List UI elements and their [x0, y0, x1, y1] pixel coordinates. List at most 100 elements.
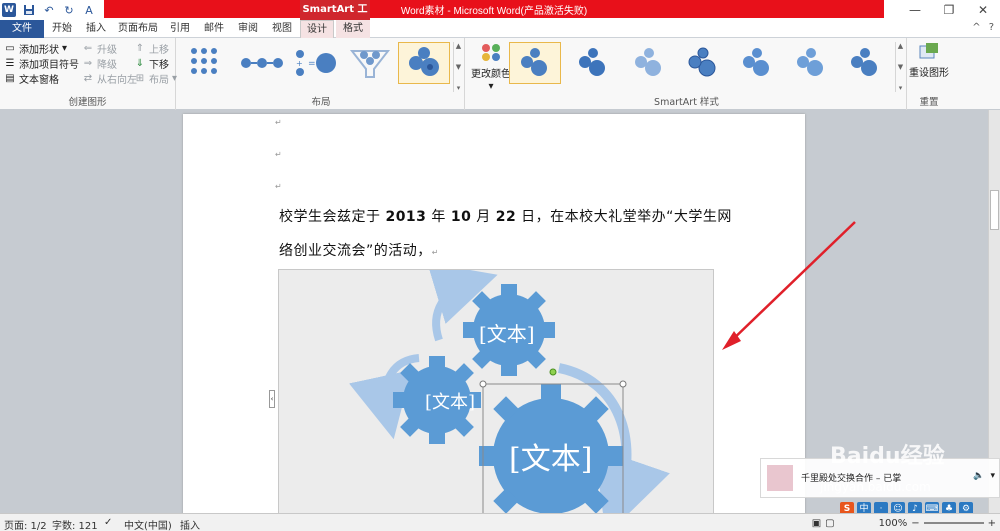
- style-option-4[interactable]: [677, 42, 729, 84]
- group-create-graphic: ▭ 添加形状 ▾ ☰ 添加项目符号 ▤ 文本窗格 ⇐ 升级 ⇒ 降级 ⇄ 从右向左…: [0, 38, 177, 110]
- style-option-7[interactable]: [839, 42, 891, 84]
- language-indicator[interactable]: 中文(中国): [124, 517, 172, 531]
- text-pane-icon: ▤: [5, 73, 15, 84]
- tab-insert[interactable]: 插入: [82, 20, 110, 38]
- more-icon[interactable]: ▾: [896, 84, 905, 92]
- rotate-handle[interactable]: [549, 368, 557, 376]
- tab-page-layout[interactable]: 页面布局: [114, 20, 162, 38]
- chevron-down-icon[interactable]: ▼: [454, 63, 463, 71]
- word-app-icon[interactable]: W: [2, 3, 16, 17]
- restore-button[interactable]: ❐: [932, 0, 966, 20]
- palette-icon: [482, 44, 500, 61]
- layout-option-funnel[interactable]: [344, 42, 396, 84]
- promote-button[interactable]: ⇐ 升级: [82, 41, 117, 56]
- tab-design[interactable]: 设计: [300, 20, 334, 39]
- page-count[interactable]: 页面: 1/2: [4, 517, 47, 531]
- tab-review[interactable]: 审阅: [234, 20, 262, 38]
- demote-button[interactable]: ⇒ 降级: [82, 56, 117, 71]
- arrow-down-icon: ⇓: [135, 58, 145, 69]
- title-bar: W ↶ ↻ A ▾ Word素材 - Microsoft Word(产品激活失败…: [0, 0, 1000, 35]
- layout-option-gear-selected[interactable]: [398, 42, 450, 84]
- notification-avatar: [767, 465, 793, 491]
- rtl-icon: ⇄: [83, 73, 93, 84]
- document-title: Word素材 - Microsoft Word(产品激活失败): [400, 6, 588, 17]
- tab-view[interactable]: 视图: [268, 20, 296, 38]
- help-icon[interactable]: ?: [989, 22, 994, 33]
- group-label-smartart-styles: SmartArt 样式: [654, 97, 719, 108]
- reset-graphic-icon: [919, 43, 938, 59]
- change-colors-button[interactable]: 更改颜色 ▾: [471, 42, 511, 92]
- style-option-6[interactable]: [785, 42, 837, 84]
- svg-text:+: +: [296, 59, 303, 68]
- group-label-reset: 重置: [919, 97, 939, 108]
- smartart-gear-diagram[interactable]: [文本] [文本] [文本]: [278, 262, 714, 513]
- gear-top-text[interactable]: [文本]: [479, 318, 535, 347]
- notification-popup[interactable]: 千里殿处交换合作 – 已掌 🔈 ▾: [760, 458, 1000, 498]
- chevron-down-icon[interactable]: ▼: [896, 63, 905, 71]
- style-option-2[interactable]: [567, 42, 619, 84]
- style-option-3[interactable]: [623, 42, 675, 84]
- minimize-button[interactable]: —: [898, 0, 932, 20]
- tab-home[interactable]: 开始: [48, 20, 76, 38]
- insert-mode-indicator[interactable]: 插入: [180, 517, 200, 531]
- style-option-1[interactable]: [509, 42, 561, 84]
- body-paragraph-line-2[interactable]: 络创业交流会”的活动，↵: [279, 240, 439, 260]
- body-paragraph-line-1[interactable]: 校学生会兹定于 2013 年 10 月 22 日，在本校大礼堂举办“大学生网: [279, 206, 732, 226]
- ribbon: ▭ 添加形状 ▾ ☰ 添加项目符号 ▤ 文本窗格 ⇐ 升级 ⇒ 降级 ⇄ 从右向左…: [0, 38, 1000, 110]
- group-layouts: + = ▲ ▼ ▾ 布局: [178, 38, 465, 110]
- layout-icon: ⊞: [135, 73, 145, 84]
- add-shape-button[interactable]: ▭ 添加形状 ▾: [4, 41, 67, 56]
- move-down-button[interactable]: ⇓ 下移: [134, 56, 169, 71]
- speaker-icon[interactable]: 🔈: [973, 471, 984, 481]
- close-button[interactable]: ✕: [966, 0, 1000, 20]
- arrow-right-icon: ⇒: [83, 58, 93, 69]
- styles-gallery-scroll[interactable]: ▲ ▼ ▾: [895, 42, 905, 92]
- proofing-icon[interactable]: ✓: [104, 517, 112, 528]
- tab-mailings[interactable]: 邮件: [200, 20, 228, 38]
- add-shape-icon: ▭: [5, 43, 15, 54]
- gear-left-text[interactable]: [文本]: [425, 388, 475, 414]
- move-up-button[interactable]: ⇑ 上移: [134, 41, 169, 56]
- view-fullscreen-icon[interactable]: ▢: [825, 518, 834, 529]
- word-count[interactable]: 字数: 121: [52, 517, 98, 531]
- layout-dropdown-button[interactable]: ⊞ 布局 ▾: [134, 71, 177, 86]
- zoom-slider[interactable]: [923, 522, 984, 524]
- text-pane-button[interactable]: ▤ 文本窗格: [4, 71, 59, 86]
- ribbon-collapse-icon[interactable]: ^: [972, 22, 980, 33]
- tab-format[interactable]: 格式: [336, 20, 370, 38]
- style-option-5[interactable]: [731, 42, 783, 84]
- paragraph-mark: ↵: [275, 182, 282, 191]
- chevron-up-icon[interactable]: ▲: [896, 42, 905, 50]
- save-icon[interactable]: [22, 3, 36, 17]
- redo-icon[interactable]: ↻: [62, 3, 76, 17]
- layout-option-equation[interactable]: + =: [290, 42, 342, 84]
- view-print-layout-icon[interactable]: ▣: [812, 518, 821, 529]
- status-bar: 页面: 1/2 字数: 121 ✓ 中文(中国) 插入 ▣ ▢ 100% − +: [0, 513, 1000, 531]
- vertical-scrollbar[interactable]: [988, 110, 1000, 513]
- chevron-up-icon[interactable]: ▲: [454, 42, 463, 50]
- resize-handle[interactable]: [619, 380, 627, 388]
- layout-option-grid[interactable]: [182, 42, 234, 84]
- zoom-out-icon[interactable]: −: [911, 518, 919, 529]
- right-to-left-button[interactable]: ⇄ 从右向左: [82, 71, 137, 86]
- tab-file[interactable]: 文件: [0, 20, 44, 38]
- smartart-tools-label: SmartArt 工具: [300, 0, 370, 35]
- zoom-level[interactable]: 100%: [879, 518, 908, 529]
- gear-diagram-canvas: [349, 262, 670, 513]
- resize-handle[interactable]: [479, 380, 487, 388]
- layout-option-process[interactable]: [236, 42, 288, 84]
- scrollbar-thumb[interactable]: [990, 190, 999, 230]
- more-icon[interactable]: ▾: [454, 84, 463, 92]
- undo-icon[interactable]: ↶: [42, 3, 56, 17]
- document-workspace: ↵ ↵ ↵ 校学生会兹定于 2013 年 10 月 22 日，在本校大礼堂举办“…: [0, 110, 988, 513]
- text-pane-toggle[interactable]: ‹: [269, 390, 275, 408]
- zoom-in-icon[interactable]: +: [988, 518, 996, 529]
- document-page[interactable]: ↵ ↵ ↵ 校学生会兹定于 2013 年 10 月 22 日，在本校大礼堂举办“…: [183, 114, 805, 513]
- gear-large-text[interactable]: [文本]: [509, 434, 592, 478]
- layouts-gallery-scroll[interactable]: ▲ ▼ ▾: [453, 42, 463, 92]
- font-color-icon[interactable]: A: [82, 3, 96, 17]
- reset-graphic-button[interactable]: 重设图形: [909, 42, 949, 79]
- tab-references[interactable]: 引用: [166, 20, 194, 38]
- add-bullet-button[interactable]: ☰ 添加项目符号: [4, 56, 79, 71]
- expand-icon[interactable]: ▾: [990, 471, 995, 481]
